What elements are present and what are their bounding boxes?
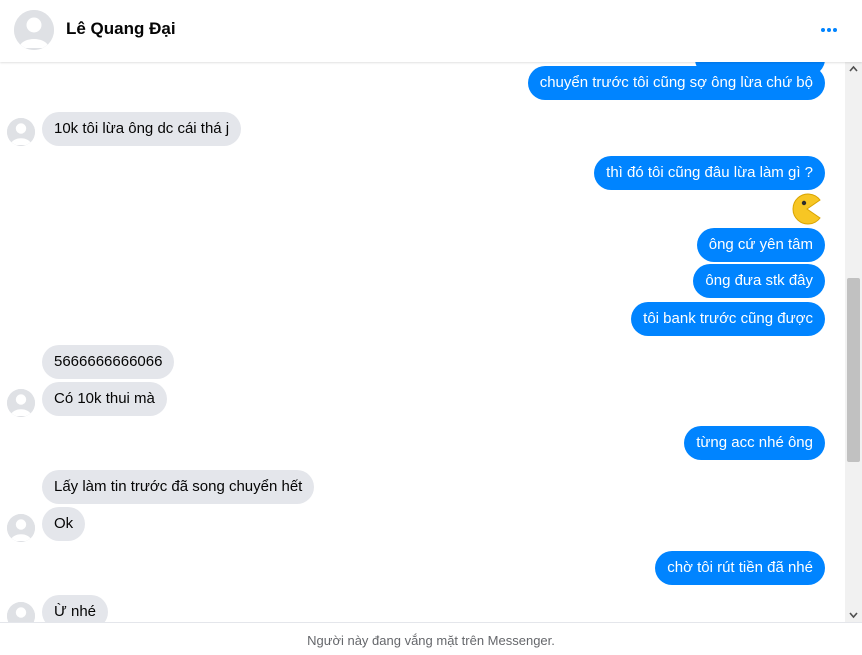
message-bubble-incoming[interactable]: Có 10k thui mà bbox=[42, 382, 167, 416]
message-bubble-outgoing[interactable]: thì đó tôi cũng đâu lừa làm gì ? bbox=[594, 156, 825, 190]
default-avatar-icon bbox=[7, 118, 35, 146]
scroll-up-button[interactable] bbox=[845, 62, 862, 76]
sender-avatar[interactable] bbox=[7, 514, 35, 542]
message-bubble-outgoing[interactable]: ông cứ yên tâm bbox=[696, 228, 825, 262]
message-bubble-outgoing[interactable]: tôi bank trước cũng được bbox=[631, 302, 825, 336]
more-options-button[interactable] bbox=[818, 20, 842, 40]
chat-header: Lê Quang Đại bbox=[0, 0, 862, 62]
contact-name[interactable]: Lê Quang Đại bbox=[66, 19, 176, 39]
message-bubble-incoming[interactable]: 5666666666066 bbox=[42, 345, 175, 379]
sender-avatar[interactable] bbox=[7, 602, 35, 622]
chevron-up-icon bbox=[849, 65, 858, 72]
pacman-emoji-icon[interactable] bbox=[791, 193, 823, 225]
default-avatar-icon bbox=[14, 10, 54, 50]
message-bubble-incoming[interactable]: Ừ nhé bbox=[42, 595, 109, 622]
scroll-down-button[interactable] bbox=[845, 608, 862, 622]
contact-avatar[interactable] bbox=[14, 10, 54, 50]
default-avatar-icon bbox=[7, 389, 35, 417]
message-bubble-outgoing[interactable]: chuyển trước tôi cũng sợ ông lừa chứ bộ bbox=[527, 66, 825, 100]
scrollbar-thumb[interactable] bbox=[847, 278, 860, 462]
chevron-down-icon bbox=[849, 612, 858, 619]
message-bubble-incoming[interactable]: Ok bbox=[42, 507, 86, 541]
away-status-bar: Người này đang vắng mặt trên Messenger. bbox=[0, 622, 862, 655]
message-bubble-incoming[interactable]: Lấy làm tin trước đã song chuyển hết bbox=[42, 470, 315, 504]
message-thread[interactable]: chuyển trước tôi cũng sợ ông lừa chứ bộ … bbox=[0, 62, 862, 622]
thread-scrollbar[interactable] bbox=[845, 62, 862, 622]
default-avatar-icon bbox=[7, 514, 35, 542]
away-status-text: Người này đang vắng mặt trên Messenger. bbox=[307, 633, 555, 648]
message-bubble-outgoing[interactable]: từng acc nhé ông bbox=[684, 426, 825, 460]
more-horizontal-icon bbox=[821, 28, 837, 32]
message-bubble-outgoing[interactable]: ông đưa stk đây bbox=[693, 264, 825, 298]
message-bubble-incoming[interactable]: 10k tôi lừa ông dc cái thá j bbox=[42, 112, 242, 146]
sender-avatar[interactable] bbox=[7, 118, 35, 146]
default-avatar-icon bbox=[7, 602, 35, 622]
sender-avatar[interactable] bbox=[7, 389, 35, 417]
message-bubble-outgoing[interactable]: chờ tôi rút tiền đã nhé bbox=[655, 551, 825, 585]
